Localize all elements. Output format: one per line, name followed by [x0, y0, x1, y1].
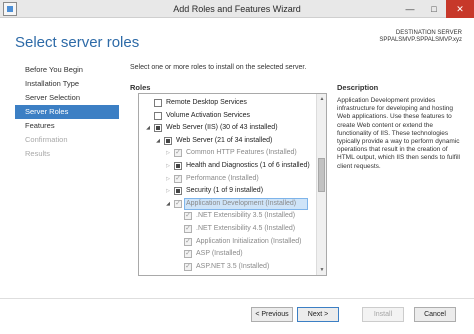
- role-checkbox: ✓: [184, 225, 192, 233]
- nav-item-features[interactable]: Features: [15, 119, 119, 133]
- nav-item-server-selection[interactable]: Server Selection: [15, 91, 119, 105]
- role-tree-item[interactable]: ✓ .NET Extensibility 3.5 (Installed): [139, 210, 319, 222]
- nav-item-results: Results: [25, 149, 51, 158]
- role-label: Common HTTP Features (Installed): [186, 149, 297, 157]
- role-label: .NET Extensibility 3.5 (Installed): [196, 212, 296, 220]
- maximize-button[interactable]: □: [422, 0, 446, 18]
- instructions-text: Select one or more roles to install on t…: [130, 64, 307, 71]
- role-label: Web Server (21 of 34 installed): [176, 136, 273, 144]
- role-checkbox[interactable]: [154, 124, 162, 133]
- role-checkbox[interactable]: [154, 111, 162, 120]
- role-checkbox: ✓: [184, 212, 192, 221]
- role-tree-item[interactable]: ▷ ✓ Performance (Installed): [139, 173, 319, 185]
- collapse-arrow-icon[interactable]: ◢: [164, 198, 172, 210]
- scroll-up-arrow-icon[interactable]: ▲: [317, 94, 327, 104]
- role-checkbox[interactable]: [154, 99, 162, 107]
- nav-item-before-you-begin[interactable]: Before You Begin: [15, 63, 119, 77]
- page-title: Select server roles: [15, 34, 140, 51]
- expand-arrow-icon[interactable]: ▷: [164, 160, 172, 172]
- role-tree-item[interactable]: ◢ Web Server (21 of 34 installed): [139, 135, 319, 147]
- role-checkbox: ✓: [184, 275, 192, 276]
- wizard-nav: Before You Begin Installation Type Serve…: [15, 63, 119, 161]
- role-tree-item[interactable]: ▷ ✓ Common HTTP Features (Installed): [139, 147, 319, 159]
- nav-item-confirmation: Confirmation: [25, 135, 68, 144]
- collapse-arrow-icon[interactable]: ◢: [144, 122, 152, 134]
- title-bar: Add Roles and Features Wizard — □ ✕: [0, 0, 474, 18]
- role-tree-item[interactable]: ✓ ASP (Installed): [139, 248, 319, 260]
- role-checkbox[interactable]: [174, 162, 182, 170]
- role-label: Health and Diagnostics (1 of 6 installed…: [186, 162, 310, 169]
- role-tree-item[interactable]: ✓ Application Initialization (Installed): [139, 236, 319, 248]
- role-label: ASP (Installed): [196, 250, 243, 258]
- footer-divider: [0, 298, 474, 299]
- previous-button[interactable]: < Previous: [251, 307, 293, 322]
- scroll-down-arrow-icon[interactable]: ▼: [317, 265, 327, 275]
- destination-server-label: DESTINATION SERVER: [395, 30, 462, 36]
- role-label: Application Initialization (Installed): [196, 237, 302, 245]
- role-tree-item[interactable]: ▷ Security (1 of 9 installed): [139, 185, 319, 197]
- role-checkbox: ✓: [184, 262, 192, 271]
- roles-scrollbar[interactable]: ▲ ▼: [316, 94, 326, 275]
- role-checkbox[interactable]: [174, 187, 182, 196]
- role-checkbox: ✓: [174, 174, 182, 183]
- expand-arrow-icon[interactable]: ▷: [164, 147, 172, 159]
- role-tree-item[interactable]: ◢ ✓ Application Development (Installed): [139, 197, 319, 210]
- next-button[interactable]: Next >: [297, 307, 339, 322]
- cancel-button[interactable]: Cancel: [414, 307, 456, 322]
- role-tree-item[interactable]: ◢ Web Server (IIS) (30 of 43 installed): [139, 122, 319, 134]
- expand-arrow-icon[interactable]: ▷: [164, 185, 172, 197]
- role-label: Web Server (IIS) (30 of 43 installed): [166, 124, 278, 132]
- expand-arrow-icon[interactable]: ▷: [164, 173, 172, 185]
- minimize-button[interactable]: —: [398, 0, 422, 18]
- scroll-thumb[interactable]: [318, 158, 325, 192]
- role-checkbox: ✓: [174, 149, 182, 158]
- role-tree-item[interactable]: ▷ Health and Diagnostics (1 of 6 installe…: [139, 160, 319, 172]
- role-tree-item[interactable]: ✓ ASP.NET 3.5 (Installed): [139, 261, 319, 273]
- role-label: Application Development (Installed): [186, 199, 297, 207]
- role-checkbox: ✓: [184, 250, 192, 259]
- install-button: Install: [362, 307, 404, 322]
- role-label: Security (1 of 9 installed): [186, 187, 264, 195]
- close-button[interactable]: ✕: [446, 0, 474, 18]
- nav-item-server-roles[interactable]: Server Roles: [15, 105, 119, 119]
- role-label: Performance (Installed): [186, 174, 259, 182]
- role-label: ASP.NET 4.5 (Installed): [196, 273, 269, 275]
- role-checkbox: ✓: [174, 199, 182, 208]
- roles-heading: Roles: [130, 83, 151, 92]
- role-label: .NET Extensibility 4.5 (Installed): [196, 225, 296, 232]
- role-tree-item[interactable]: Volume Activation Services: [139, 110, 319, 122]
- role-label: Remote Desktop Services: [166, 99, 247, 106]
- role-checkbox[interactable]: [164, 136, 172, 145]
- description-heading: Description: [337, 83, 379, 92]
- nav-item-installation-type[interactable]: Installation Type: [15, 77, 119, 91]
- role-tree-item[interactable]: ✓ ASP.NET 4.5 (Installed): [139, 273, 319, 276]
- description-text: Application Development provides infrast…: [337, 97, 460, 170]
- role-checkbox: ✓: [184, 237, 192, 246]
- collapse-arrow-icon[interactable]: ◢: [154, 135, 162, 147]
- role-label: ASP.NET 3.5 (Installed): [196, 262, 270, 270]
- roles-tree[interactable]: Remote Desktop Services Volume Activation…: [138, 93, 327, 276]
- role-tree-item[interactable]: Remote Desktop Services: [139, 97, 319, 109]
- destination-server-value: SPPALSMVP.SPPALSMVP.xyz: [379, 37, 462, 43]
- role-label: Volume Activation Services: [166, 111, 251, 119]
- role-tree-item[interactable]: ✓ .NET Extensibility 4.5 (Installed): [139, 223, 319, 235]
